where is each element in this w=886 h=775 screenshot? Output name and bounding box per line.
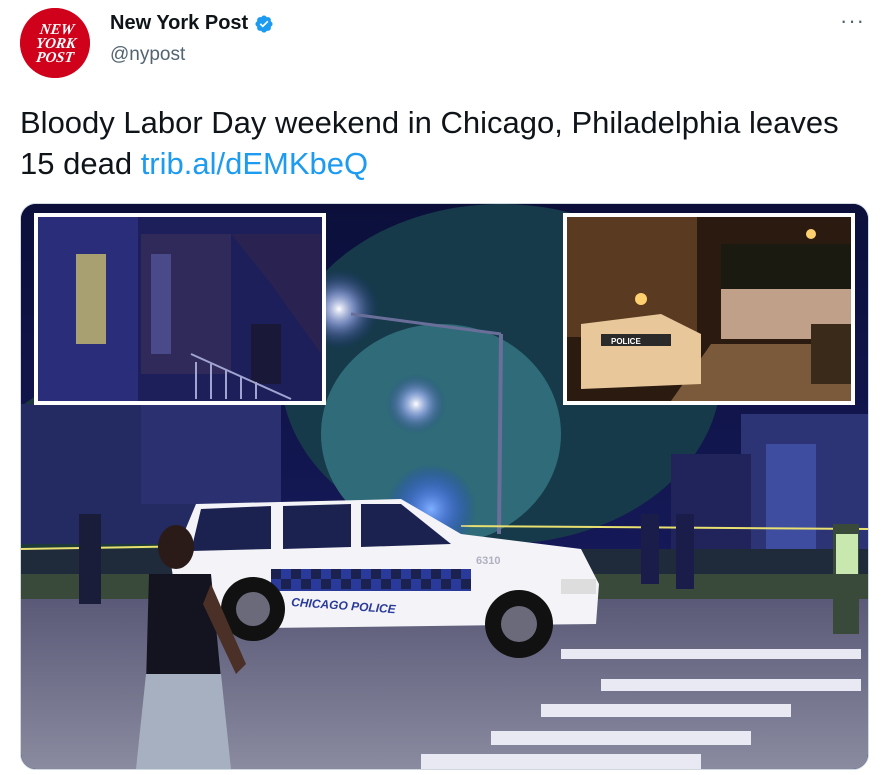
avatar-line-3: POST — [35, 50, 76, 66]
name-row: New York Post — [110, 12, 274, 35]
inset-photo-left — [34, 213, 326, 405]
tweet-text: Bloody Labor Day weekend in Chicago, Phi… — [20, 102, 860, 184]
nypost-logo: NEW YORK POST — [20, 8, 90, 78]
news-photo: CHICAGO POLICE 6310 POLICE — [21, 204, 868, 769]
user-handle[interactable]: @nypost — [110, 44, 185, 66]
vehicle-number: 6310 — [476, 555, 500, 567]
inset-vehicle-text: POLICE — [611, 337, 641, 346]
avatar[interactable]: NEW YORK POST — [20, 8, 90, 78]
verified-badge-icon — [255, 14, 273, 33]
display-name[interactable]: New York Post — [110, 12, 248, 35]
tweet-link[interactable]: trib.al/dEMKbeQ — [141, 146, 368, 181]
tweet-header: NEW YORK POST New York Post @nypost ··· — [0, 0, 886, 90]
more-options-icon[interactable]: ··· — [840, 8, 865, 34]
tweet-media[interactable]: CHICAGO POLICE 6310 POLICE — [20, 203, 869, 770]
inset-photo-right: POLICE — [563, 213, 855, 405]
